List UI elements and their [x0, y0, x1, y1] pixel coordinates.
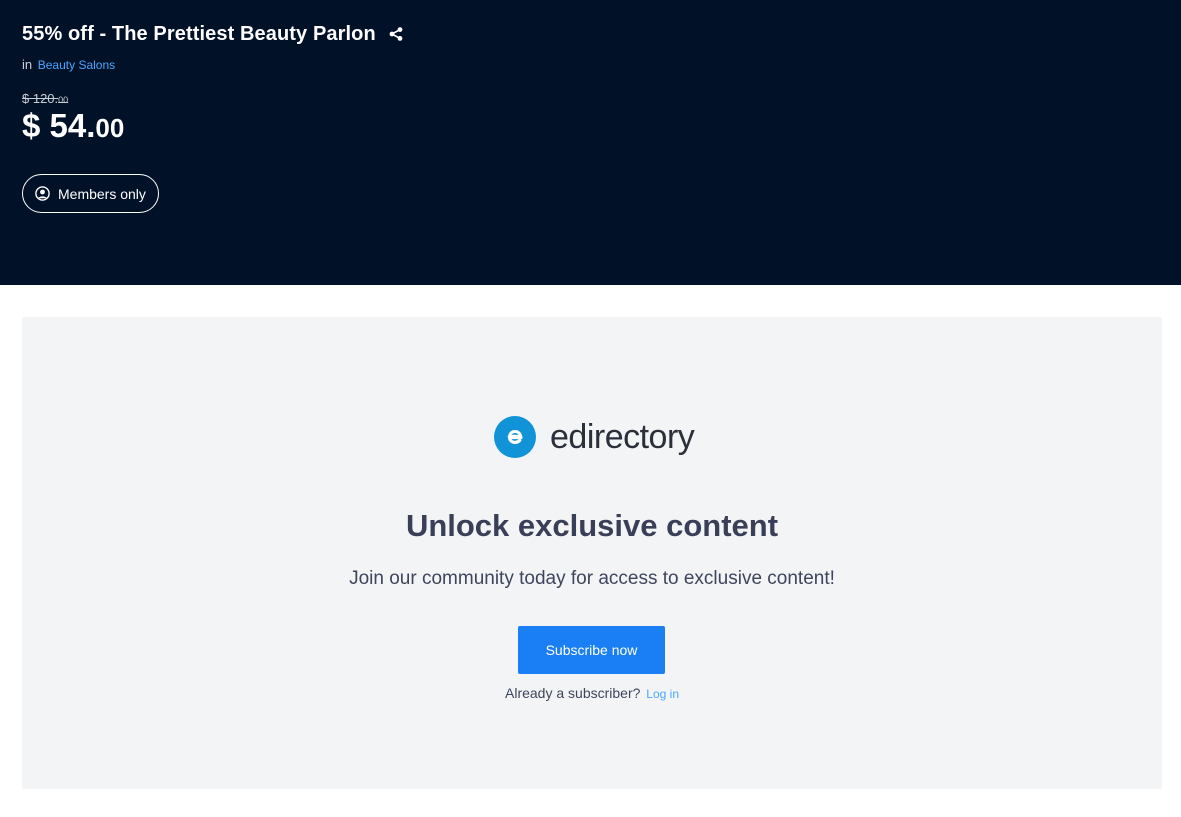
edirectory-logo-text: edirectory [550, 418, 695, 456]
category-prefix: in [22, 57, 33, 72]
deal-header: 55% off - The Prettiest Beauty Parlon in… [0, 0, 1181, 285]
discounted-price-main: $ 54. [22, 107, 96, 144]
subscribe-button[interactable]: Subscribe now [518, 626, 665, 674]
category-link[interactable]: Beauty Salons [38, 58, 115, 72]
edirectory-logo: edirectory [494, 416, 695, 458]
discounted-price-cents: 00 [95, 113, 125, 143]
user-circle-icon [35, 186, 50, 201]
edirectory-logo-icon [494, 416, 536, 458]
deal-title: 55% off - The Prettiest Beauty Parlon [22, 23, 376, 45]
paywall-heading: Unlock exclusive content [405, 508, 779, 543]
login-link[interactable]: Log in [646, 687, 679, 701]
members-only-badge[interactable]: Members only [22, 174, 159, 213]
original-price: $ 120.00 [22, 91, 68, 106]
original-price-main: $ 120. [22, 91, 59, 106]
discounted-price: $ 54.00 [22, 106, 124, 148]
share-icon[interactable] [388, 26, 404, 42]
deal-title-row: 55% off - The Prettiest Beauty Parlon [22, 22, 404, 46]
already-subscriber-text: Already a subscriber? [505, 685, 641, 701]
original-price-cents: 00 [58, 95, 69, 105]
paywall-panel: edirectory Unlock exclusive content Join… [22, 317, 1162, 789]
members-only-label: Members only [58, 185, 146, 202]
category-row: in Beauty Salons [22, 57, 115, 73]
login-prompt: Already a subscriber? Log in [22, 684, 1162, 703]
paywall-subheading: Join our community today for access to e… [349, 568, 835, 589]
